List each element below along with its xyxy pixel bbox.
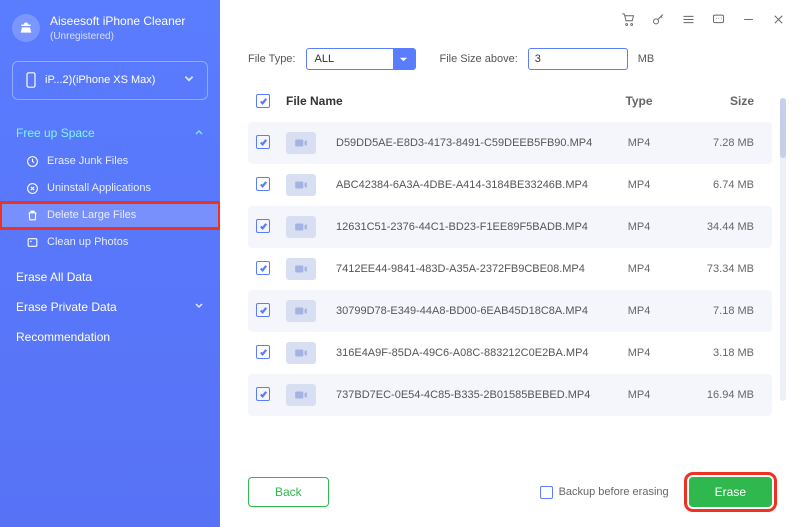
row-checkbox[interactable] xyxy=(256,219,270,233)
file-type: MP4 xyxy=(604,347,674,359)
video-thumb-icon xyxy=(286,300,316,322)
sidebar-item-erase-junk[interactable]: Erase Junk Files xyxy=(0,148,220,175)
file-type: MP4 xyxy=(604,305,674,317)
app-title: Aiseesoft iPhone Cleaner xyxy=(50,14,185,30)
section-recommendation[interactable]: Recommendation xyxy=(0,322,220,352)
clock-icon xyxy=(26,155,39,168)
app-logo-icon xyxy=(12,14,40,42)
file-name: ABC42384-6A3A-4DBE-A414-3184BE33246B.MP4 xyxy=(336,179,588,191)
section-erase-private-data[interactable]: Erase Private Data xyxy=(0,292,220,322)
header-size[interactable]: Size xyxy=(674,94,764,108)
table-row[interactable]: 316E4A9F-85DA-49C6-A08C-883212C0E2BA.MP4… xyxy=(248,332,772,374)
video-thumb-icon xyxy=(286,174,316,196)
video-thumb-icon xyxy=(286,342,316,364)
table-row[interactable]: 30799D78-E349-44A8-BD00-6EAB45D18C8A.MP4… xyxy=(248,290,772,332)
minimize-icon[interactable] xyxy=(740,11,756,27)
section-free-up-space[interactable]: Free up Space xyxy=(0,118,220,148)
table-body: D59DD5AE-E8D3-4173-8491-C59DEEB5FB90.MP4… xyxy=(248,122,772,416)
circle-x-icon xyxy=(26,182,39,195)
file-type: MP4 xyxy=(604,263,674,275)
cart-icon[interactable] xyxy=(620,11,636,27)
file-name: D59DD5AE-E8D3-4173-8491-C59DEEB5FB90.MP4 xyxy=(336,137,592,149)
scrollbar[interactable] xyxy=(780,98,786,401)
file-name: 316E4A9F-85DA-49C6-A08C-883212C0E2BA.MP4 xyxy=(336,347,589,359)
file-size: 16.94 MB xyxy=(674,389,764,401)
filter-bar: File Type: ALL File Size above: MB xyxy=(220,38,800,84)
phone-icon xyxy=(25,72,37,88)
row-checkbox[interactable] xyxy=(256,387,270,401)
file-size-unit: MB xyxy=(638,53,655,65)
table-row[interactable]: 12631C51-2376-44C1-BD23-F1EE89F5BADB.MP4… xyxy=(248,206,772,248)
header-type[interactable]: Type xyxy=(604,94,674,108)
dropdown-arrow-icon xyxy=(393,49,415,69)
file-size: 73.34 MB xyxy=(674,263,764,275)
file-type: MP4 xyxy=(604,137,674,149)
sidebar-item-delete-large-files[interactable]: Delete Large Files xyxy=(0,202,220,229)
file-size: 3.18 MB xyxy=(674,347,764,359)
image-icon xyxy=(26,236,39,249)
row-checkbox[interactable] xyxy=(256,345,270,359)
file-type-label: File Type: xyxy=(248,53,296,65)
select-all-checkbox[interactable] xyxy=(256,94,270,108)
file-name: 30799D78-E349-44A8-BD00-6EAB45D18C8A.MP4 xyxy=(336,305,588,317)
scroll-thumb[interactable] xyxy=(780,98,786,158)
table-header: File Name Type Size xyxy=(248,84,772,122)
video-thumb-icon xyxy=(286,216,316,238)
trash-icon xyxy=(26,209,39,222)
row-checkbox[interactable] xyxy=(256,135,270,149)
section-erase-all-data[interactable]: Erase All Data xyxy=(0,262,220,292)
file-type-select[interactable]: ALL xyxy=(306,48,416,70)
sidebar-item-clean-photos[interactable]: Clean up Photos xyxy=(0,229,220,256)
chevron-up-icon xyxy=(194,126,204,140)
file-size: 7.18 MB xyxy=(674,305,764,317)
table-row[interactable]: 7412EE44-9841-483D-A35A-2372FB9CBE08.MP4… xyxy=(248,248,772,290)
video-thumb-icon xyxy=(286,132,316,154)
app-subtitle: (Unregistered) xyxy=(50,30,185,43)
key-icon[interactable] xyxy=(650,11,666,27)
brand: Aiseesoft iPhone Cleaner (Unregistered) xyxy=(0,0,220,57)
file-type: MP4 xyxy=(604,221,674,233)
table-row[interactable]: ABC42384-6A3A-4DBE-A414-3184BE33246B.MP4… xyxy=(248,164,772,206)
table-row[interactable]: 737BD7EC-0E54-4C85-B335-2B01585BEBED.MP4… xyxy=(248,374,772,416)
file-size-input[interactable] xyxy=(528,48,628,70)
footer: Back Backup before erasing Erase xyxy=(220,461,800,527)
file-name: 737BD7EC-0E54-4C85-B335-2B01585BEBED.MP4 xyxy=(336,389,590,401)
erase-button[interactable]: Erase xyxy=(689,477,772,507)
file-name: 7412EE44-9841-483D-A35A-2372FB9CBE08.MP4 xyxy=(336,263,585,275)
checkbox-icon xyxy=(540,486,553,499)
table-row[interactable]: D59DD5AE-E8D3-4173-8491-C59DEEB5FB90.MP4… xyxy=(248,122,772,164)
row-checkbox[interactable] xyxy=(256,303,270,317)
main-content: File Type: ALL File Size above: MB File … xyxy=(220,0,800,527)
close-icon[interactable] xyxy=(770,11,786,27)
device-name: iP...2)(iPhone XS Max) xyxy=(45,74,155,86)
sidebar: Aiseesoft iPhone Cleaner (Unregistered) … xyxy=(0,0,220,527)
file-size: 7.28 MB xyxy=(674,137,764,149)
file-name: 12631C51-2376-44C1-BD23-F1EE89F5BADB.MP4 xyxy=(336,221,588,233)
row-checkbox[interactable] xyxy=(256,261,270,275)
file-size-label: File Size above: xyxy=(440,53,518,65)
chat-icon[interactable] xyxy=(710,11,726,27)
file-type: MP4 xyxy=(604,179,674,191)
window-toolbar xyxy=(220,0,800,38)
file-table: File Name Type Size D59DD5AE-E8D3-4173-8… xyxy=(220,84,800,461)
video-thumb-icon xyxy=(286,258,316,280)
back-button[interactable]: Back xyxy=(248,477,329,507)
sidebar-item-uninstall-apps[interactable]: Uninstall Applications xyxy=(0,175,220,202)
backup-checkbox[interactable]: Backup before erasing xyxy=(540,486,669,499)
video-thumb-icon xyxy=(286,384,316,406)
menu-icon[interactable] xyxy=(680,11,696,27)
device-selector[interactable]: iP...2)(iPhone XS Max) xyxy=(12,61,208,100)
file-type: MP4 xyxy=(604,389,674,401)
row-checkbox[interactable] xyxy=(256,177,270,191)
file-size: 6.74 MB xyxy=(674,179,764,191)
chevron-down-icon xyxy=(194,300,204,314)
chevron-down-icon xyxy=(183,71,195,90)
file-size: 34.44 MB xyxy=(674,221,764,233)
header-file-name[interactable]: File Name xyxy=(286,94,604,108)
